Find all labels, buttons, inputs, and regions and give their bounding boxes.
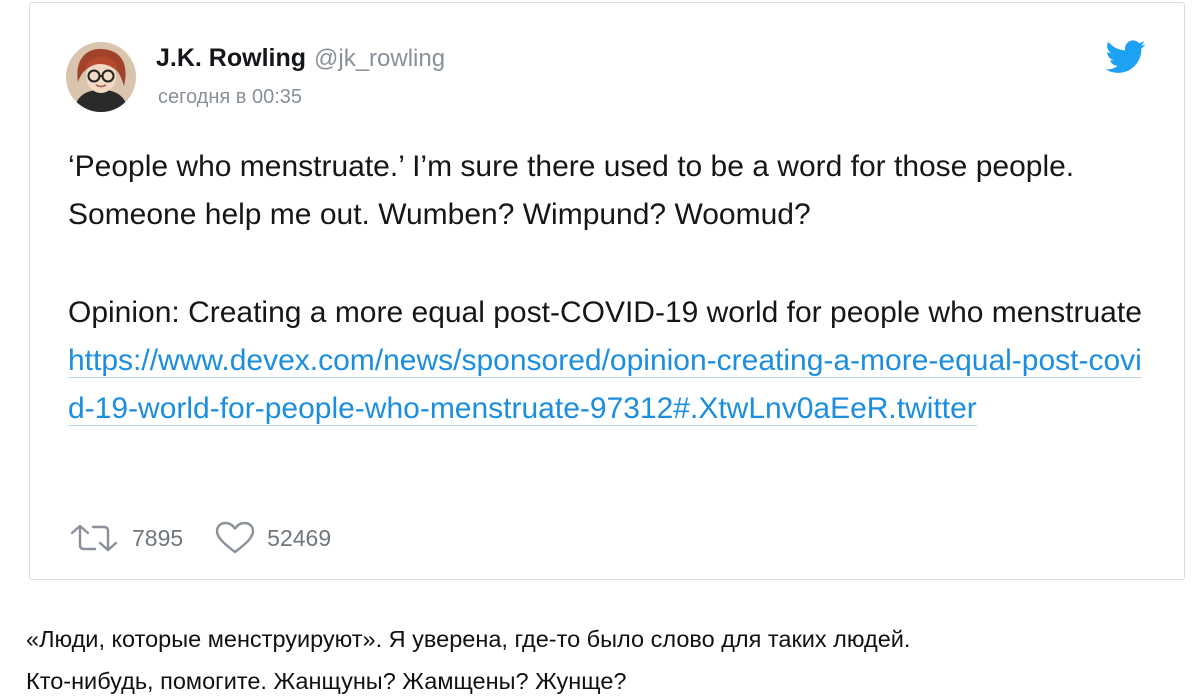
tweet-timestamp[interactable]: сегодня в 00:35 [158, 86, 302, 109]
author-line: J.K. Rowling @jk_rowling [156, 44, 445, 76]
tweet-text: ‘People who menstruate.’ I’m sure there … [68, 143, 1148, 433]
like-count: 52469 [267, 524, 332, 551]
tweet-paragraph-1: ‘People who menstruate.’ I’m sure there … [68, 150, 1075, 231]
translation-caption: «Люди, которые менструируют». Я уверена,… [26, 618, 1186, 699]
heart-icon [215, 521, 255, 555]
caption-line-2: Кто-нибудь, помогите. Жанщуны? Жамщены? … [26, 668, 627, 694]
author-name[interactable]: J.K. Rowling [156, 44, 306, 73]
tweet-actions: 7895 52469 [68, 518, 363, 558]
caption-line-1: «Люди, которые менструируют». Я уверена,… [26, 626, 911, 652]
retweet-count: 7895 [132, 524, 184, 551]
author-handle[interactable]: @jk_rowling [314, 45, 445, 73]
avatar[interactable] [66, 42, 136, 112]
twitter-bird-icon[interactable] [1105, 40, 1146, 74]
tweet-paragraph-2: Opinion: Creating a more equal post-COVI… [68, 289, 1148, 433]
article-link[interactable]: https://www.devex.com/news/sponsored/opi… [68, 344, 1142, 426]
retweet-button[interactable]: 7895 [68, 523, 183, 553]
tweet-paragraph-2-text: Opinion: Creating a more equal post-COVI… [68, 296, 1142, 329]
like-button[interactable]: 52469 [215, 521, 331, 555]
retweet-icon [68, 523, 120, 553]
page: J.K. Rowling @jk_rowling сегодня в 00:35… [0, 0, 1200, 699]
